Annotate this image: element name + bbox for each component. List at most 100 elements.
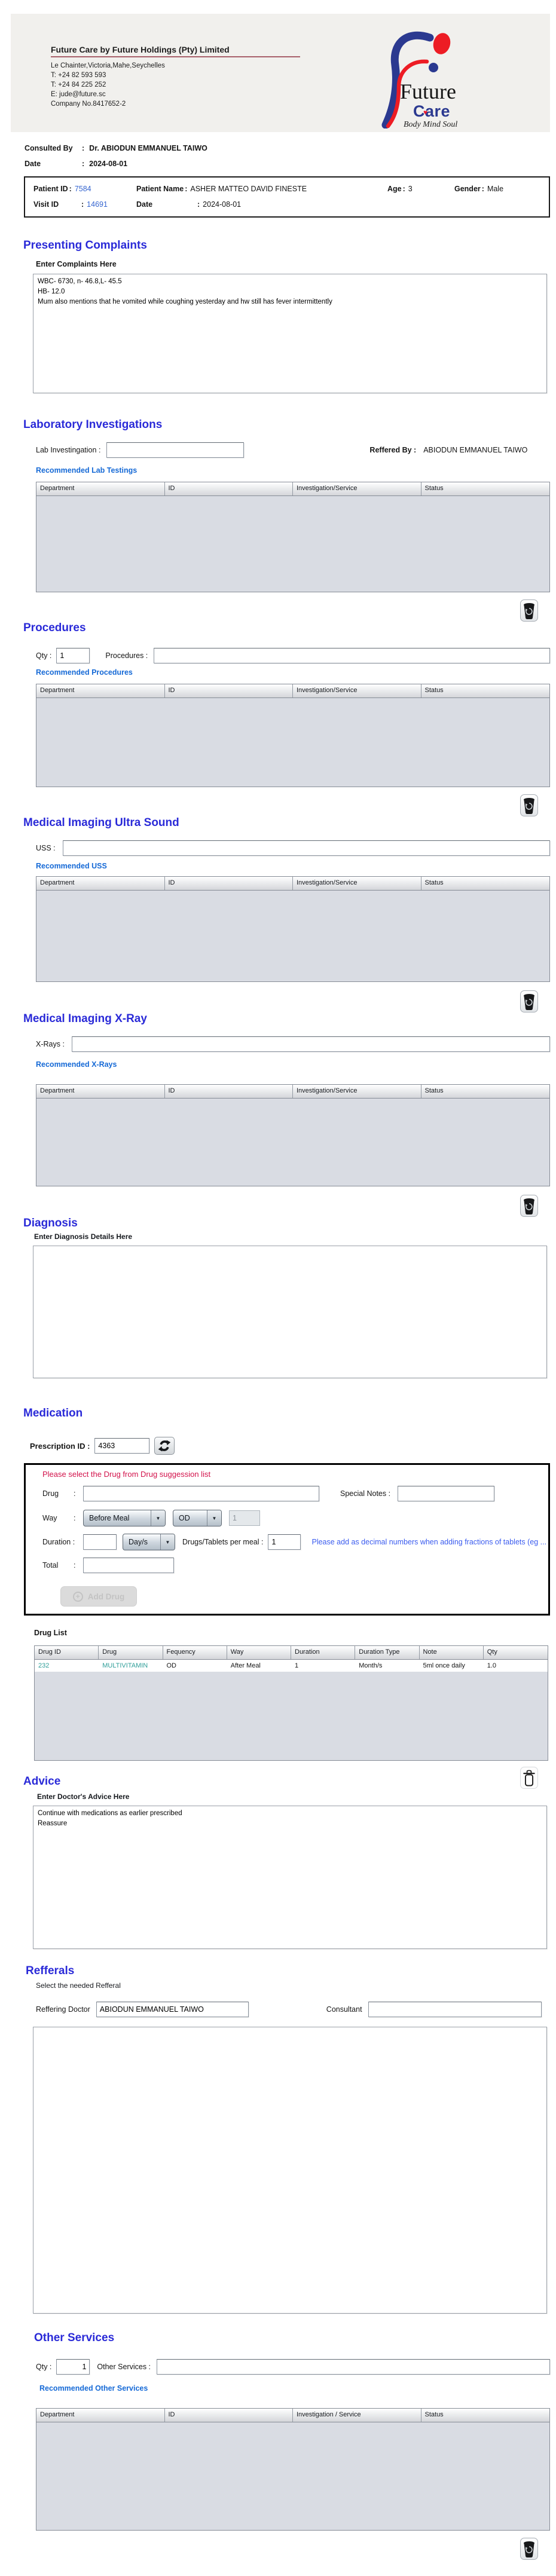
uss-input[interactable] xyxy=(63,840,550,856)
column-header-id: ID xyxy=(165,877,294,890)
duration-type-cell: Month/s xyxy=(355,1662,419,1669)
column-header-investigation: Investigation/Service xyxy=(293,1085,421,1098)
company-email: E: jude@future.sc xyxy=(51,90,300,99)
procedures-input[interactable] xyxy=(154,648,550,663)
procedures-label: Procedures : xyxy=(105,651,148,660)
visit-date-value: 2024-08-01 xyxy=(203,200,241,209)
column-header-id: ID xyxy=(165,482,294,495)
drug-list-table: Drug ID Drug Fequency Way Duration Durat… xyxy=(34,1645,548,1761)
section-title-advice: Advice xyxy=(23,1775,60,1788)
table-header: Department ID Investigation/Service Stat… xyxy=(36,482,549,496)
delete-lab-button[interactable] xyxy=(520,599,538,622)
other-services-input[interactable] xyxy=(157,2359,550,2375)
table-header: Department ID Investigation/Service Stat… xyxy=(36,684,549,698)
complaints-textarea[interactable]: WBC- 6730, n- 46.8,L- 45.5 HB- 12.0 Mum … xyxy=(33,274,547,393)
consulted-by-value: Dr. ABIODUN EMMANUEL TAIWO xyxy=(89,144,207,152)
add-drug-button[interactable]: + Add Drug xyxy=(60,1586,137,1607)
procedures-qty-input[interactable] xyxy=(56,648,90,663)
uss-table-body[interactable] xyxy=(36,891,549,981)
column-header-department: Department xyxy=(36,482,165,495)
advice-textarea[interactable]: Continue with medications as earlier pre… xyxy=(33,1806,547,1949)
chevron-down-icon: ▼ xyxy=(151,1510,165,1526)
per-meal-label: Drugs/Tablets per meal : xyxy=(182,1538,263,1546)
referred-by-label: Reffered By : xyxy=(369,446,416,454)
gender-label: Gender xyxy=(454,185,481,193)
lab-investigation-row: Lab Investingation : Reffered By : ABIOD… xyxy=(36,442,556,458)
recommended-lab-testings-label: Recommended Lab Testings xyxy=(36,466,556,475)
patient-id-label: Patient ID xyxy=(33,185,68,193)
drug-list-label: Drug List xyxy=(34,1629,556,1637)
delete-uss-button[interactable] xyxy=(520,990,538,1012)
referrals-sublabel: Select the needed Refferal xyxy=(36,1981,556,1990)
column-header-way: Way xyxy=(227,1646,291,1659)
table-row[interactable]: 232 MULTIVITAMIN OD After Meal 1 Month/s… xyxy=(35,1660,548,1672)
duration-input[interactable] xyxy=(83,1534,117,1550)
diagnosis-textarea[interactable] xyxy=(33,1246,547,1378)
duration-cell: 1 xyxy=(291,1662,355,1669)
xray-row: X-Rays : xyxy=(36,1036,556,1052)
trash-icon xyxy=(522,602,536,620)
column-header-status: Status xyxy=(421,482,550,495)
procedures-table-body[interactable] xyxy=(36,698,549,787)
svg-text:Body Mind Soul: Body Mind Soul xyxy=(404,120,457,129)
special-notes-input[interactable] xyxy=(398,1486,494,1501)
delete-advice-button[interactable] xyxy=(520,1767,538,1789)
column-header-drug: Drug xyxy=(99,1646,163,1659)
section-title-presenting-complaints: Presenting Complaints xyxy=(23,239,556,252)
column-header-department: Department xyxy=(36,684,165,697)
uss-label: USS : xyxy=(36,844,56,852)
referring-doctor-row: Reffering Doctor Consultant xyxy=(36,2002,556,2017)
svg-text:Care: Care xyxy=(413,102,450,120)
logo-icon: Future Care ♥ Body Mind Soul xyxy=(359,26,467,129)
xray-input[interactable] xyxy=(72,1036,550,1052)
company-address: Le Chainter,Victoria,Mahe,Seychelles xyxy=(51,61,300,71)
drug-table-body[interactable] xyxy=(35,1672,548,1760)
delete-xray-button[interactable] xyxy=(520,1195,538,1217)
gender-value: Male xyxy=(487,185,503,193)
per-meal-input[interactable] xyxy=(268,1534,301,1550)
frequency-dropdown[interactable]: OD ▼ xyxy=(173,1510,222,1526)
drug-id-cell: 232 xyxy=(35,1662,99,1669)
trash-outline-icon xyxy=(521,1769,537,1787)
delete-other-services-button[interactable] xyxy=(520,2538,538,2560)
recommended-other-services-label: Recommended Other Services xyxy=(39,2384,556,2393)
xray-table-body[interactable] xyxy=(36,1099,549,1186)
procedures-row: Qty : Procedures : xyxy=(36,648,556,663)
drug-row: Drug : Special Notes : xyxy=(42,1486,548,1501)
recommended-xray-label: Recommended X-Rays xyxy=(36,1060,556,1069)
meal-dropdown[interactable]: Before Meal ▼ xyxy=(83,1510,166,1526)
lab-table-body[interactable] xyxy=(36,496,549,592)
recommended-procedures-label: Recommended Procedures xyxy=(36,668,556,677)
other-qty-input[interactable] xyxy=(56,2359,90,2375)
company-number: Company No.8417652-2 xyxy=(51,99,300,109)
drug-name-cell: MULTIVITAMIN xyxy=(99,1662,163,1669)
consult-date-line: Date:2024-08-01 xyxy=(25,160,550,168)
column-header-duration: Duration xyxy=(291,1646,355,1659)
table-header: Drug ID Drug Fequency Way Duration Durat… xyxy=(35,1646,548,1660)
lab-investigation-input[interactable] xyxy=(106,442,244,458)
prescription-id-input[interactable] xyxy=(94,1438,149,1454)
chevron-down-icon: ▼ xyxy=(160,1534,175,1550)
delete-procedures-button[interactable] xyxy=(520,794,538,816)
trash-icon xyxy=(522,2540,536,2558)
letterhead-text: Future Care by Future Holdings (Pty) Lim… xyxy=(51,45,300,109)
patient-info-box: Patient ID:7584 Patient Name:ASHER MATTE… xyxy=(24,176,550,218)
column-header-department: Department xyxy=(36,1085,165,1098)
column-header-status: Status xyxy=(421,2409,550,2422)
total-input[interactable] xyxy=(83,1558,174,1573)
referral-list-box[interactable] xyxy=(33,2027,547,2314)
other-services-table-body[interactable] xyxy=(36,2422,549,2530)
consultant-input[interactable] xyxy=(368,2002,542,2017)
advice-sublabel: Enter Doctor's Advice Here xyxy=(37,1792,556,1801)
refresh-prescription-button[interactable] xyxy=(154,1437,175,1455)
duration-unit-dropdown[interactable]: Day/s ▼ xyxy=(123,1534,175,1550)
table-header: Department ID Investigation / Service St… xyxy=(36,2409,549,2422)
refresh-icon xyxy=(158,1439,171,1452)
procedures-trash-row xyxy=(0,794,538,816)
column-header-department: Department xyxy=(36,877,165,890)
referring-doctor-input[interactable] xyxy=(96,2002,249,2017)
complaints-sublabel: Enter Complaints Here xyxy=(36,260,556,268)
column-header-investigation: Investigation/Service xyxy=(293,684,421,697)
column-header-drug-id: Drug ID xyxy=(35,1646,99,1659)
drug-input[interactable] xyxy=(83,1486,319,1501)
